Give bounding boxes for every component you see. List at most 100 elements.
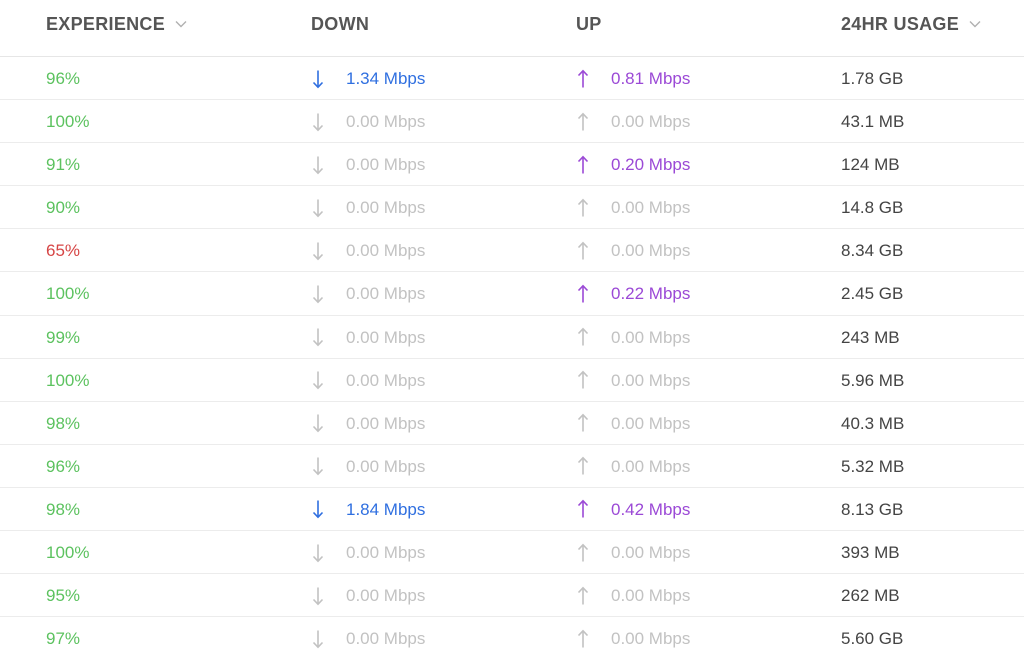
down-rate-value: 0.00 Mbps xyxy=(346,284,426,304)
up-rate-value: 0.00 Mbps xyxy=(611,370,691,390)
arrow-up-icon xyxy=(577,500,589,518)
experience-cell: 95% xyxy=(46,574,80,617)
chevron-down-icon[interactable] xyxy=(968,17,982,31)
table-row[interactable]: 90% 0.00 Mbps 0.00 Mbps 14.8 GB xyxy=(0,186,1024,230)
experience-value: 96% xyxy=(46,456,81,476)
table-row[interactable]: 98% 0.00 Mbps 0.00 Mbps 40.3 MB xyxy=(0,402,1024,445)
down-rate-cell: 0.00 Mbps xyxy=(311,445,425,488)
arrow-down-icon xyxy=(312,156,324,175)
arrow-up-icon xyxy=(577,284,589,303)
arrow-down-icon xyxy=(312,500,324,519)
usage-cell: 262 MB xyxy=(841,574,900,617)
arrow-up-icon xyxy=(577,241,589,260)
up-rate-cell: 0.00 Mbps xyxy=(576,445,690,488)
down-rate-value: 0.00 Mbps xyxy=(346,413,426,433)
column-header-up-label: UP xyxy=(576,14,602,34)
experience-value: 96% xyxy=(46,69,81,88)
table-row[interactable]: 100% 0.00 Mbps 0.00 Mbps 393 MB xyxy=(0,531,1024,575)
down-rate-value: 0.00 Mbps xyxy=(346,327,426,347)
experience-cell: 90% xyxy=(46,186,80,229)
arrow-up-icon xyxy=(577,629,589,648)
arrow-up-icon xyxy=(577,456,589,475)
experience-value: 91% xyxy=(46,155,81,175)
down-rate-value: 0.00 Mbps xyxy=(346,543,426,563)
experience-value: 98% xyxy=(46,413,81,433)
table-row[interactable]: 96% 1.34 Mbps 0.81 Mbps 1.78 GB xyxy=(0,57,1024,101)
usage-cell: 5.96 MB xyxy=(841,359,904,402)
column-header-24hr-usage[interactable]: 24HR USAGE xyxy=(841,14,982,35)
column-header-usage-label: 24HR USAGE xyxy=(841,14,960,34)
experience-value: 100% xyxy=(46,284,90,304)
client-traffic-table: EXPERIENCE DOWN UP 24HR USAGE 96% 1.34 M… xyxy=(0,0,1024,655)
up-rate-cell: 0.00 Mbps xyxy=(576,186,690,229)
chevron-down-icon[interactable] xyxy=(174,17,188,31)
experience-cell: 100% xyxy=(46,531,89,574)
up-rate-value: 0.81 Mbps xyxy=(611,69,691,88)
table-body: 96% 1.34 Mbps 0.81 Mbps 1.78 GB 100% 0.0… xyxy=(0,57,1024,655)
up-rate-value: 0.00 Mbps xyxy=(611,413,691,433)
arrow-down-icon xyxy=(312,70,324,88)
experience-value: 100% xyxy=(46,112,90,132)
arrow-down-icon xyxy=(312,199,324,218)
down-rate-value: 0.00 Mbps xyxy=(346,456,426,476)
usage-value: 243 MB xyxy=(841,327,900,347)
up-rate-cell: 0.00 Mbps xyxy=(576,229,690,272)
usage-value: 40.3 MB xyxy=(841,413,905,433)
up-rate-cell: 0.81 Mbps xyxy=(576,57,690,100)
usage-value: 8.13 GB xyxy=(841,499,904,519)
arrow-down-icon xyxy=(312,242,324,261)
down-rate-cell: 0.00 Mbps xyxy=(311,272,425,315)
up-rate-value: 0.00 Mbps xyxy=(611,629,691,649)
experience-cell: 98% xyxy=(46,402,80,445)
down-rate-cell: 0.00 Mbps xyxy=(311,359,425,402)
usage-cell: 1.78 GB xyxy=(841,57,903,100)
arrow-down-icon xyxy=(312,544,324,562)
up-rate-value: 0.42 Mbps xyxy=(611,499,691,519)
up-rate-value: 0.00 Mbps xyxy=(611,456,691,476)
table-row[interactable]: 100% 0.00 Mbps 0.00 Mbps 5.96 MB xyxy=(0,359,1024,402)
experience-value: 98% xyxy=(46,499,81,519)
up-rate-value: 0.00 Mbps xyxy=(611,586,691,606)
down-rate-cell: 1.34 Mbps xyxy=(311,57,425,100)
experience-cell: 100% xyxy=(46,272,89,315)
arrow-up-icon xyxy=(577,155,589,174)
experience-cell: 96% xyxy=(46,445,80,488)
table-header: EXPERIENCE DOWN UP 24HR USAGE xyxy=(0,0,1024,57)
up-rate-cell: 0.22 Mbps xyxy=(576,272,690,315)
column-header-up[interactable]: UP xyxy=(576,14,602,35)
experience-cell: 98% xyxy=(46,488,80,531)
table-row[interactable]: 100% 0.00 Mbps 0.22 Mbps 2.45 GB xyxy=(0,272,1024,316)
table-row[interactable]: 96% 0.00 Mbps 0.00 Mbps 5.32 MB xyxy=(0,445,1024,488)
table-row[interactable]: 98% 1.84 Mbps 0.42 Mbps 8.13 GB xyxy=(0,488,1024,532)
arrow-up-icon xyxy=(577,112,589,131)
usage-cell: 8.34 GB xyxy=(841,229,903,272)
experience-cell: 96% xyxy=(46,57,80,100)
table-row[interactable]: 91% 0.00 Mbps 0.20 Mbps 124 MB xyxy=(0,143,1024,187)
up-rate-value: 0.00 Mbps xyxy=(611,543,691,563)
down-rate-cell: 1.84 Mbps xyxy=(311,488,425,531)
down-rate-value: 1.34 Mbps xyxy=(346,69,426,88)
down-rate-value: 0.00 Mbps xyxy=(346,241,426,261)
table-row[interactable]: 97% 0.00 Mbps 0.00 Mbps 5.60 GB xyxy=(0,617,1024,655)
column-header-down-label: DOWN xyxy=(311,14,370,34)
up-rate-cell: 0.00 Mbps xyxy=(576,316,690,359)
column-header-down[interactable]: DOWN xyxy=(311,14,369,35)
experience-value: 100% xyxy=(46,370,90,390)
table-row[interactable]: 99% 0.00 Mbps 0.00 Mbps 243 MB xyxy=(0,316,1024,359)
column-header-experience[interactable]: EXPERIENCE xyxy=(46,14,188,35)
usage-value: 5.96 MB xyxy=(841,370,905,390)
table-row[interactable]: 65% 0.00 Mbps 0.00 Mbps 8.34 GB xyxy=(0,229,1024,273)
down-rate-value: 0.00 Mbps xyxy=(346,629,426,649)
usage-cell: 14.8 GB xyxy=(841,186,903,229)
down-rate-value: 0.00 Mbps xyxy=(346,586,426,606)
experience-value: 90% xyxy=(46,198,81,218)
table-row[interactable]: 100% 0.00 Mbps 0.00 Mbps 43.1 MB xyxy=(0,100,1024,144)
column-header-experience-label: EXPERIENCE xyxy=(46,14,166,34)
experience-cell: 99% xyxy=(46,316,80,359)
usage-value: 2.45 GB xyxy=(841,284,904,304)
experience-cell: 91% xyxy=(46,143,80,186)
usage-value: 5.32 MB xyxy=(841,456,905,476)
up-rate-value: 0.00 Mbps xyxy=(611,241,691,261)
table-row[interactable]: 95% 0.00 Mbps 0.00 Mbps 262 MB xyxy=(0,574,1024,618)
up-rate-cell: 0.00 Mbps xyxy=(576,531,690,574)
